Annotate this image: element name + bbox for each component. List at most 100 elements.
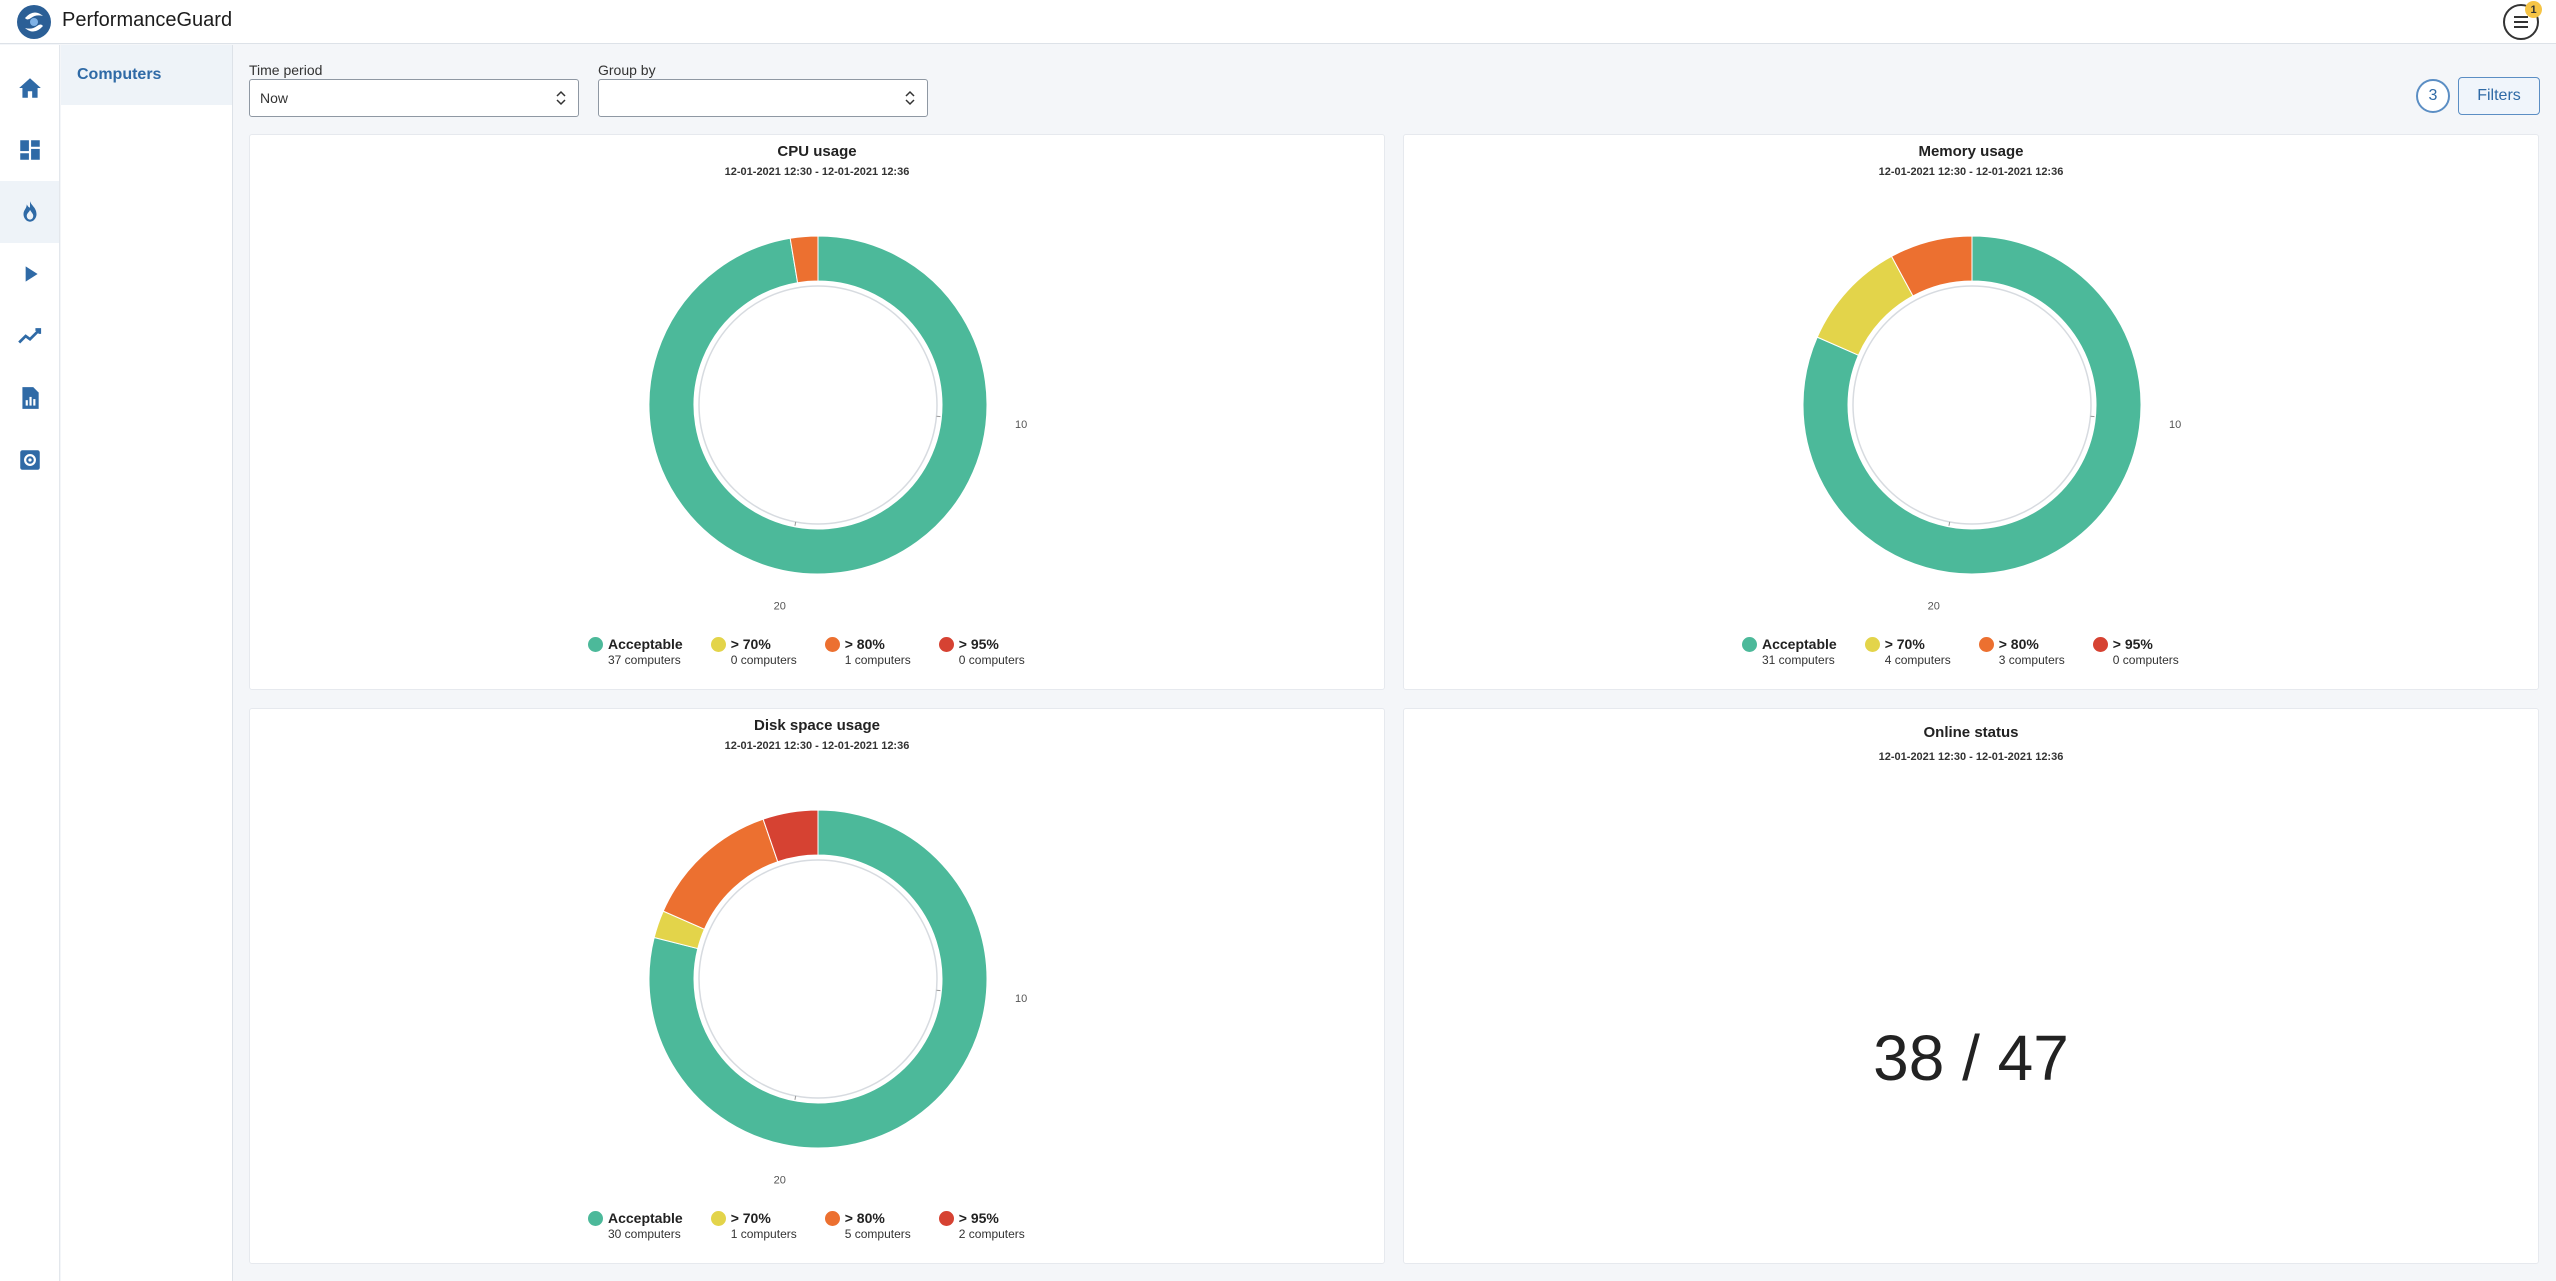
memory-usage-card: Memory usage 12-01-2021 12:30 - 12-01-20…: [1403, 134, 2539, 690]
subnav-item-computers[interactable]: Computers: [61, 45, 232, 105]
legend-label: > 70%: [730, 1210, 771, 1226]
legend-label: Acceptable: [1762, 636, 1837, 652]
app-title: PerformanceGuard: [62, 9, 233, 31]
online-status-card: Online status 12-01-2021 12:30 - 12-01-2…: [1403, 708, 2539, 1264]
donut-tick-label: 20: [774, 600, 786, 612]
online-count: 38 / 47: [1873, 1022, 2069, 1094]
legend-swatch: [710, 1211, 726, 1226]
disk-usage-card: Disk space usage 12-01-2021 12:30 - 12-0…: [249, 708, 1385, 1264]
legend-item[interactable]: > 95% 0 computers: [2092, 636, 2179, 668]
donut-inner-ring: [698, 285, 938, 525]
legend-count: 31 computers: [1762, 653, 1835, 667]
legend-item[interactable]: Acceptable 37 computers: [588, 636, 683, 668]
time-period-label: Time period: [249, 62, 323, 78]
donut-tick-label: 10: [2169, 419, 2181, 431]
nav-run[interactable]: [0, 243, 59, 305]
cpu-legend: Acceptable 37 computers > 70% 0 computers > …: [588, 636, 1053, 668]
card-title: Online status: [1923, 724, 2019, 741]
dashboard-icon: [19, 140, 40, 160]
legend-count: 0 computers: [958, 653, 1025, 667]
legend-item[interactable]: > 80% 1 computers: [824, 636, 911, 668]
legend-label: > 95%: [2112, 636, 2153, 652]
donut-tick-label: 20: [774, 1174, 786, 1186]
secondary-nav: Computers: [61, 45, 233, 1281]
legend-label: Acceptable: [608, 636, 683, 652]
nav-settings[interactable]: [0, 429, 59, 491]
select-arrows-icon: [905, 90, 915, 106]
refresh-countdown[interactable]: 3: [2416, 79, 2450, 113]
filters-button[interactable]: Filters: [2458, 77, 2540, 115]
legend-label: > 80%: [1998, 636, 2039, 652]
legend-item[interactable]: > 80% 5 computers: [824, 1210, 911, 1242]
memory-legend: Acceptable 31 computers > 70% 4 computers > …: [1742, 636, 2207, 668]
legend-swatch: [588, 1211, 603, 1226]
legend-swatch: [824, 1211, 840, 1226]
group-by-select[interactable]: [598, 79, 928, 117]
legend-label: > 95%: [958, 1210, 999, 1226]
cpu-donut-chart: 10 20: [648, 235, 1027, 612]
flame-icon: [23, 201, 36, 222]
time-period-select[interactable]: Now: [249, 79, 579, 117]
legend-swatch: [824, 637, 840, 652]
legend-count: 30 computers: [608, 1227, 681, 1241]
nav-home[interactable]: [0, 57, 59, 119]
donut-tick-label: 20: [1928, 600, 1940, 612]
legend-count: 5 computers: [844, 1227, 911, 1241]
legend-swatch: [2092, 637, 2108, 652]
select-arrows-icon: [556, 90, 566, 106]
legend-item[interactable]: > 70% 4 computers: [1864, 636, 1951, 668]
legend-count: 0 computers: [2112, 653, 2179, 667]
play-icon: [25, 266, 38, 282]
legend-item[interactable]: Acceptable 30 computers: [588, 1210, 683, 1242]
nav-reports[interactable]: [0, 367, 59, 429]
home-icon: [18, 78, 41, 98]
trend-line-icon: [17, 328, 41, 344]
legend-swatch: [938, 637, 954, 652]
time-period-value: Now: [260, 90, 289, 106]
legend-swatch: [1864, 637, 1880, 652]
nav-trends[interactable]: [0, 305, 59, 367]
legend-count: 2 computers: [958, 1227, 1025, 1241]
settings-gear-icon: [19, 450, 40, 470]
legend-swatch: [1978, 637, 1994, 652]
cpu-usage-card: CPU usage 12-01-2021 12:30 - 12-01-2021 …: [249, 134, 1385, 690]
legend-count: 3 computers: [1998, 653, 2065, 667]
icon-rail: [0, 45, 60, 1281]
top-bar: PerformanceGuard 1: [0, 0, 2556, 44]
donut-tick-label: 10: [1015, 993, 1027, 1005]
performanceguard-logo-icon[interactable]: [16, 4, 52, 40]
legend-count: 1 computers: [730, 1227, 797, 1241]
legend-item[interactable]: > 95% 0 computers: [938, 636, 1025, 668]
notification-badge: 1: [2525, 1, 2542, 18]
hamburger-icon: [2514, 16, 2528, 28]
legend-label: > 70%: [730, 636, 771, 652]
card-date-range: 12-01-2021 12:30 - 12-01-2021 12:36: [1878, 751, 2064, 763]
disk-legend: Acceptable 30 computers > 70% 1 computers > …: [588, 1210, 1053, 1242]
group-by-label: Group by: [598, 62, 656, 78]
legend-label: > 80%: [844, 636, 885, 652]
legend-item[interactable]: > 80% 3 computers: [1978, 636, 2065, 668]
donut-tick-label: 10: [1015, 419, 1027, 431]
legend-item[interactable]: > 95% 2 computers: [938, 1210, 1025, 1242]
legend-item[interactable]: > 70% 1 computers: [710, 1210, 797, 1242]
donut-inner-ring: [1852, 285, 2092, 525]
legend-label: > 80%: [844, 1210, 885, 1226]
legend-label: > 95%: [958, 636, 999, 652]
nav-dashboard[interactable]: [0, 119, 59, 181]
report-icon: [21, 387, 39, 409]
nav-hotspots[interactable]: [0, 181, 59, 243]
legend-item[interactable]: Acceptable 31 computers: [1742, 636, 1837, 668]
legend-count: 1 computers: [844, 653, 911, 667]
legend-count: 0 computers: [730, 653, 797, 667]
legend-count: 37 computers: [608, 653, 681, 667]
legend-count: 4 computers: [1884, 653, 1951, 667]
legend-label: > 70%: [1884, 636, 1925, 652]
legend-swatch: [710, 637, 726, 652]
disk-donut-chart: 10 20: [648, 809, 1027, 1186]
legend-item[interactable]: > 70% 0 computers: [710, 636, 797, 668]
donut-inner-ring: [698, 859, 938, 1099]
donut-slice-70[interactable]: [1816, 255, 1914, 356]
legend-swatch: [588, 637, 603, 652]
legend-swatch: [1742, 637, 1757, 652]
memory-donut-chart: 10 20: [1802, 235, 2181, 612]
